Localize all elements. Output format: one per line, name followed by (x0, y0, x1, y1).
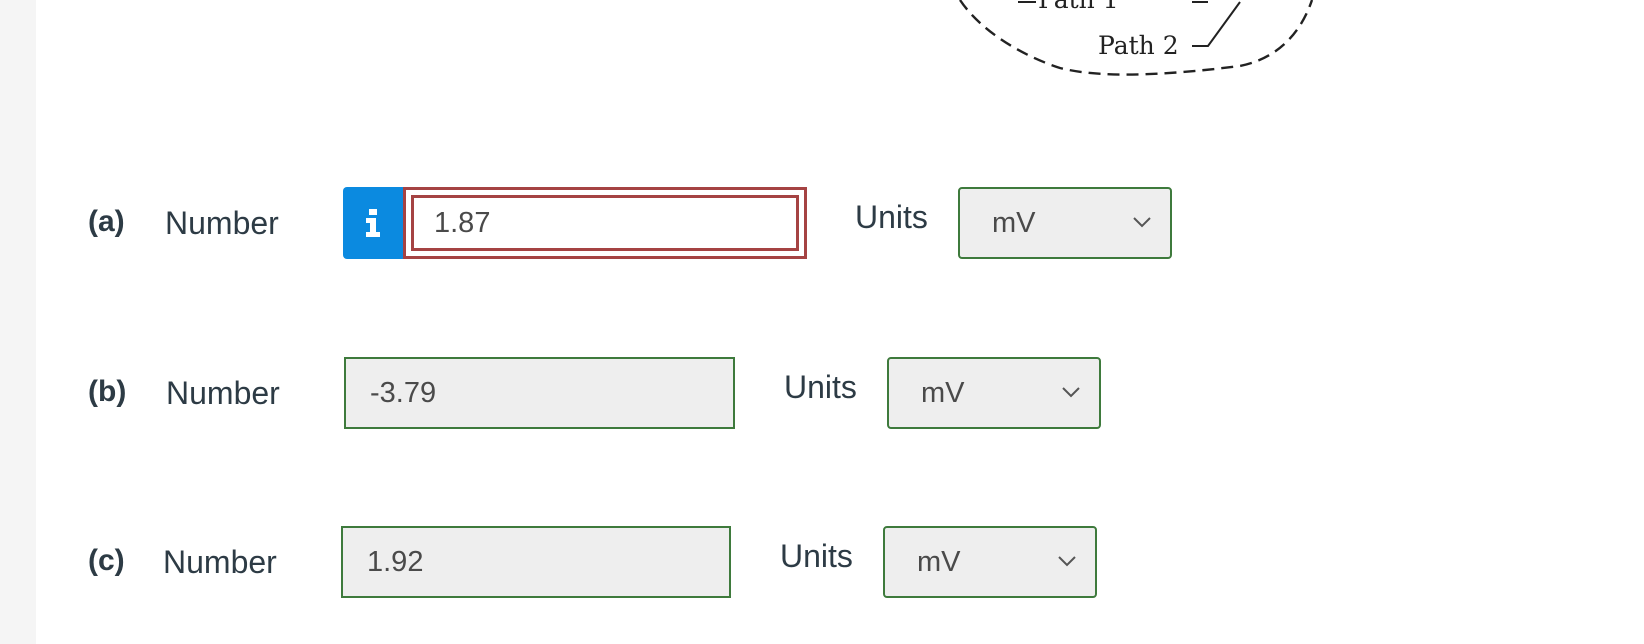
chevron-down-icon (1058, 556, 1076, 567)
path2-label: Path 2 (1098, 31, 1179, 60)
part-label: (b) (88, 375, 127, 408)
chevron-down-icon (1133, 217, 1151, 228)
units-label: Units (780, 538, 853, 574)
number-input-b[interactable]: -3.79 (344, 357, 735, 429)
units-label: Units (855, 199, 928, 235)
circuit-diagram: Path 1 Path 2 (959, 0, 1314, 76)
part-label: (a) (88, 205, 125, 238)
number-label: Number (166, 375, 280, 411)
path2-leader-line (1192, 1, 1241, 47)
number-input-value: 1.92 (367, 545, 424, 578)
number-input-a[interactable]: 1.87 (403, 187, 807, 259)
info-button[interactable] (343, 187, 403, 259)
units-select-value: mV (992, 206, 1036, 239)
number-label: Number (165, 205, 279, 241)
number-input-value: 1.87 (434, 206, 491, 239)
units-select-value: mV (921, 376, 965, 409)
path1-label: Path 1 (1038, 0, 1119, 14)
units-select-b[interactable]: mV (887, 357, 1101, 429)
info-icon (366, 209, 380, 237)
part-label: (c) (88, 544, 125, 577)
units-select-c[interactable]: mV (883, 526, 1097, 598)
number-input-c[interactable]: 1.92 (341, 526, 731, 598)
question-row-a: (a) Number 1.87 Units mV (0, 187, 1644, 261)
question-row-c: (c) Number 1.92 Units mV (0, 526, 1644, 600)
units-label: Units (784, 369, 857, 405)
number-input-value: -3.79 (370, 376, 437, 409)
units-select-value: mV (917, 545, 961, 578)
chevron-down-icon (1062, 387, 1080, 398)
number-label: Number (163, 544, 277, 580)
question-row-b: (b) Number -3.79 Units mV (0, 357, 1644, 431)
units-select-a[interactable]: mV (958, 187, 1172, 259)
